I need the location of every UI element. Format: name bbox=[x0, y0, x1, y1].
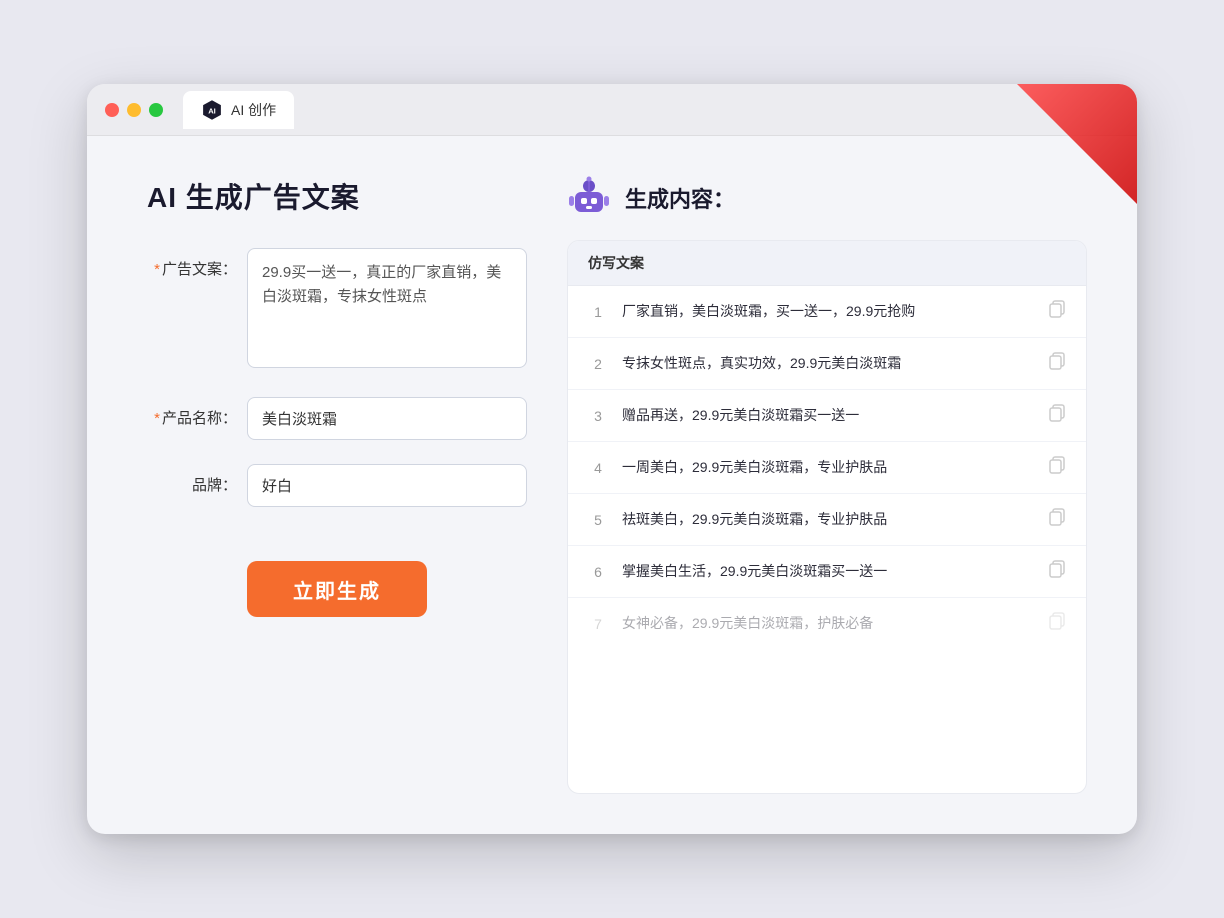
result-row-text: 一周美白，29.9元美白淡斑霜，专业护肤品 bbox=[622, 457, 1034, 478]
product-name-input-wrap bbox=[247, 397, 527, 440]
left-panel: AI 生成广告文案 *广告文案： 29.9买一送一，真正的厂家直销，美白淡斑霜，… bbox=[147, 176, 527, 794]
brand-input[interactable] bbox=[247, 464, 527, 507]
result-row: 2 专抹女性斑点，真实功效，29.9元美白淡斑霜 bbox=[568, 338, 1086, 390]
copy-icon[interactable] bbox=[1048, 300, 1066, 323]
result-row: 6 掌握美白生活，29.9元美白淡斑霜买一送一 bbox=[568, 546, 1086, 598]
browser-titlebar: AI AI 创作 bbox=[87, 84, 1137, 136]
result-row: 7 女神必备，29.9元美白淡斑霜，护肤必备 bbox=[568, 598, 1086, 649]
result-row-number: 7 bbox=[588, 616, 608, 632]
page-title: AI 生成广告文案 bbox=[147, 176, 527, 216]
robot-icon bbox=[567, 176, 611, 220]
copy-icon[interactable] bbox=[1048, 352, 1066, 375]
copy-icon[interactable] bbox=[1048, 456, 1066, 479]
browser-window: AI AI 创作 AI 生成广告文案 *广告文案： 29.9买一送一，真正的厂家… bbox=[87, 84, 1137, 834]
product-name-label: *产品名称： bbox=[147, 397, 237, 428]
result-row-text: 专抹女性斑点，真实功效，29.9元美白淡斑霜 bbox=[622, 353, 1034, 374]
browser-content: AI 生成广告文案 *广告文案： 29.9买一送一，真正的厂家直销，美白淡斑霜，… bbox=[87, 136, 1137, 834]
result-row-text: 女神必备，29.9元美白淡斑霜，护肤必备 bbox=[622, 613, 1034, 634]
result-row: 3 赠品再送，29.9元美白淡斑霜买一送一 bbox=[568, 390, 1086, 442]
minimize-button[interactable] bbox=[127, 103, 141, 117]
svg-text:AI: AI bbox=[208, 106, 216, 115]
brand-group: 品牌： bbox=[147, 464, 527, 507]
result-row: 1 厂家直销，美白淡斑霜，买一送一，29.9元抢购 bbox=[568, 286, 1086, 338]
copy-icon[interactable] bbox=[1048, 612, 1066, 635]
browser-tab[interactable]: AI AI 创作 bbox=[183, 91, 294, 129]
product-name-required: * bbox=[154, 410, 160, 427]
copy-icon[interactable] bbox=[1048, 560, 1066, 583]
result-row-number: 5 bbox=[588, 512, 608, 528]
result-row-text: 祛斑美白，29.9元美白淡斑霜，专业护肤品 bbox=[622, 509, 1034, 530]
result-row-number: 6 bbox=[588, 564, 608, 580]
copy-icon[interactable] bbox=[1048, 404, 1066, 427]
ad-copy-label: *广告文案： bbox=[147, 248, 237, 279]
ad-copy-required: * bbox=[154, 261, 160, 278]
result-row: 5 祛斑美白，29.9元美白淡斑霜，专业护肤品 bbox=[568, 494, 1086, 546]
ad-copy-input-wrap: 29.9买一送一，真正的厂家直销，美白淡斑霜，专抹女性斑点 bbox=[247, 248, 527, 373]
result-row-text: 掌握美白生活，29.9元美白淡斑霜买一送一 bbox=[622, 561, 1034, 582]
results-table: 仿写文案 1 厂家直销，美白淡斑霜，买一送一，29.9元抢购 2 专抹女性斑点，真实功… bbox=[567, 240, 1087, 794]
brand-input-wrap bbox=[247, 464, 527, 507]
result-row-number: 1 bbox=[588, 304, 608, 320]
ad-copy-group: *广告文案： 29.9买一送一，真正的厂家直销，美白淡斑霜，专抹女性斑点 bbox=[147, 248, 527, 373]
right-panel: 生成内容： 仿写文案 1 厂家直销，美白淡斑霜，买一送一，29.9元抢购 2 专抹女性… bbox=[567, 176, 1087, 794]
ad-copy-textarea[interactable]: 29.9买一送一，真正的厂家直销，美白淡斑霜，专抹女性斑点 bbox=[247, 248, 527, 368]
ai-logo-icon: AI bbox=[201, 99, 223, 121]
tab-title-label: AI 创作 bbox=[231, 100, 276, 120]
brand-label: 品牌： bbox=[147, 464, 237, 495]
traffic-lights bbox=[105, 103, 163, 117]
result-row-text: 赠品再送，29.9元美白淡斑霜买一送一 bbox=[622, 405, 1034, 426]
maximize-button[interactable] bbox=[149, 103, 163, 117]
result-row-number: 2 bbox=[588, 356, 608, 372]
result-row-number: 4 bbox=[588, 460, 608, 476]
product-name-group: *产品名称： bbox=[147, 397, 527, 440]
result-row: 4 一周美白，29.9元美白淡斑霜，专业护肤品 bbox=[568, 442, 1086, 494]
product-name-input[interactable] bbox=[247, 397, 527, 440]
copy-icon[interactable] bbox=[1048, 508, 1066, 531]
generate-button[interactable]: 立即生成 bbox=[247, 561, 427, 617]
right-panel-title: 生成内容： bbox=[625, 182, 735, 214]
results-table-header: 仿写文案 bbox=[568, 241, 1086, 286]
right-header: 生成内容： bbox=[567, 176, 1087, 220]
results-list: 1 厂家直销，美白淡斑霜，买一送一，29.9元抢购 2 专抹女性斑点，真实功效，29.… bbox=[568, 286, 1086, 649]
result-row-number: 3 bbox=[588, 408, 608, 424]
result-row-text: 厂家直销，美白淡斑霜，买一送一，29.9元抢购 bbox=[622, 301, 1034, 322]
close-button[interactable] bbox=[105, 103, 119, 117]
